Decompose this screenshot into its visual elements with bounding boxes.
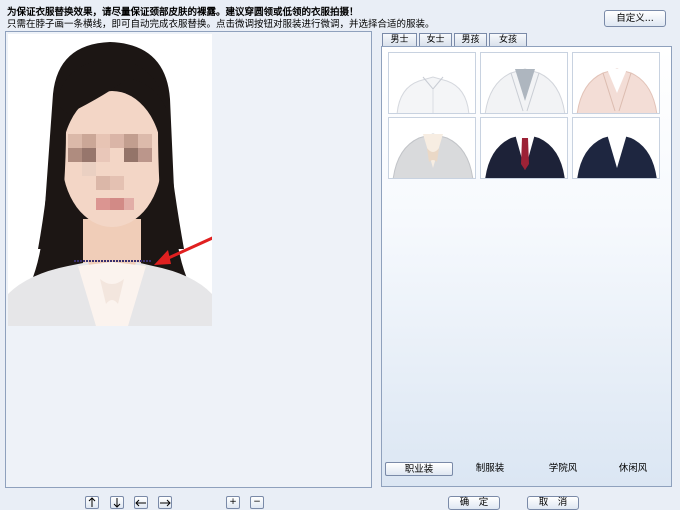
white-blouse-image	[396, 76, 470, 113]
portrait-image	[8, 42, 212, 326]
white-blazer-image	[484, 68, 566, 113]
category-professional[interactable]: 职业装	[385, 462, 453, 476]
up-arrow-icon	[88, 497, 96, 507]
navy-suit-tie-image	[485, 134, 565, 178]
photo-panel	[5, 31, 372, 488]
pink-blazer-image	[576, 68, 658, 113]
move-down-button[interactable]	[110, 496, 124, 509]
clothes-thumb-white-blouse[interactable]	[388, 52, 476, 114]
tab-boys[interactable]: 男孩	[454, 33, 487, 46]
clothes-thumb-grey-blazer[interactable]	[388, 117, 476, 179]
down-arrow-icon	[113, 498, 121, 508]
portrait-photo[interactable]	[8, 34, 212, 326]
move-up-button[interactable]	[85, 496, 99, 509]
clothes-panel	[381, 46, 672, 487]
clothes-thumb-pink-blazer[interactable]	[572, 52, 660, 114]
clothes-thumb-navy-suit-tie[interactable]	[480, 117, 568, 179]
category-academy[interactable]: 学院风	[533, 462, 593, 476]
move-left-button[interactable]	[134, 496, 148, 509]
category-casual[interactable]: 休闲风	[603, 462, 663, 476]
move-right-button[interactable]	[158, 496, 172, 509]
tab-women[interactable]: 女士	[419, 33, 452, 46]
clothes-thumb-white-blazer[interactable]	[480, 52, 568, 114]
clothes-thumb-navy-suit[interactable]	[572, 117, 660, 179]
category-bar: 职业装 制服装 学院风 休闲风	[385, 462, 667, 477]
zoom-out-button[interactable]: −	[250, 496, 264, 509]
zoom-in-button[interactable]: +	[226, 496, 240, 509]
left-arrow-icon	[135, 499, 146, 507]
hint-text: 只需在脖子画一条横线，即可自动完成衣服替换。点击微调按钮对服装进行微调，并选择合…	[7, 19, 435, 30]
cancel-button[interactable]: 取 消	[527, 496, 579, 510]
navy-suit-image	[577, 134, 657, 178]
tab-girls[interactable]: 女孩	[489, 33, 527, 46]
category-uniform[interactable]: 制服装	[461, 462, 519, 476]
grey-blazer-image	[392, 133, 474, 178]
custom-button[interactable]: 自定义...	[604, 10, 666, 27]
ok-button[interactable]: 确 定	[448, 496, 500, 510]
right-arrow-icon	[160, 499, 171, 507]
tab-men[interactable]: 男士	[382, 33, 417, 46]
